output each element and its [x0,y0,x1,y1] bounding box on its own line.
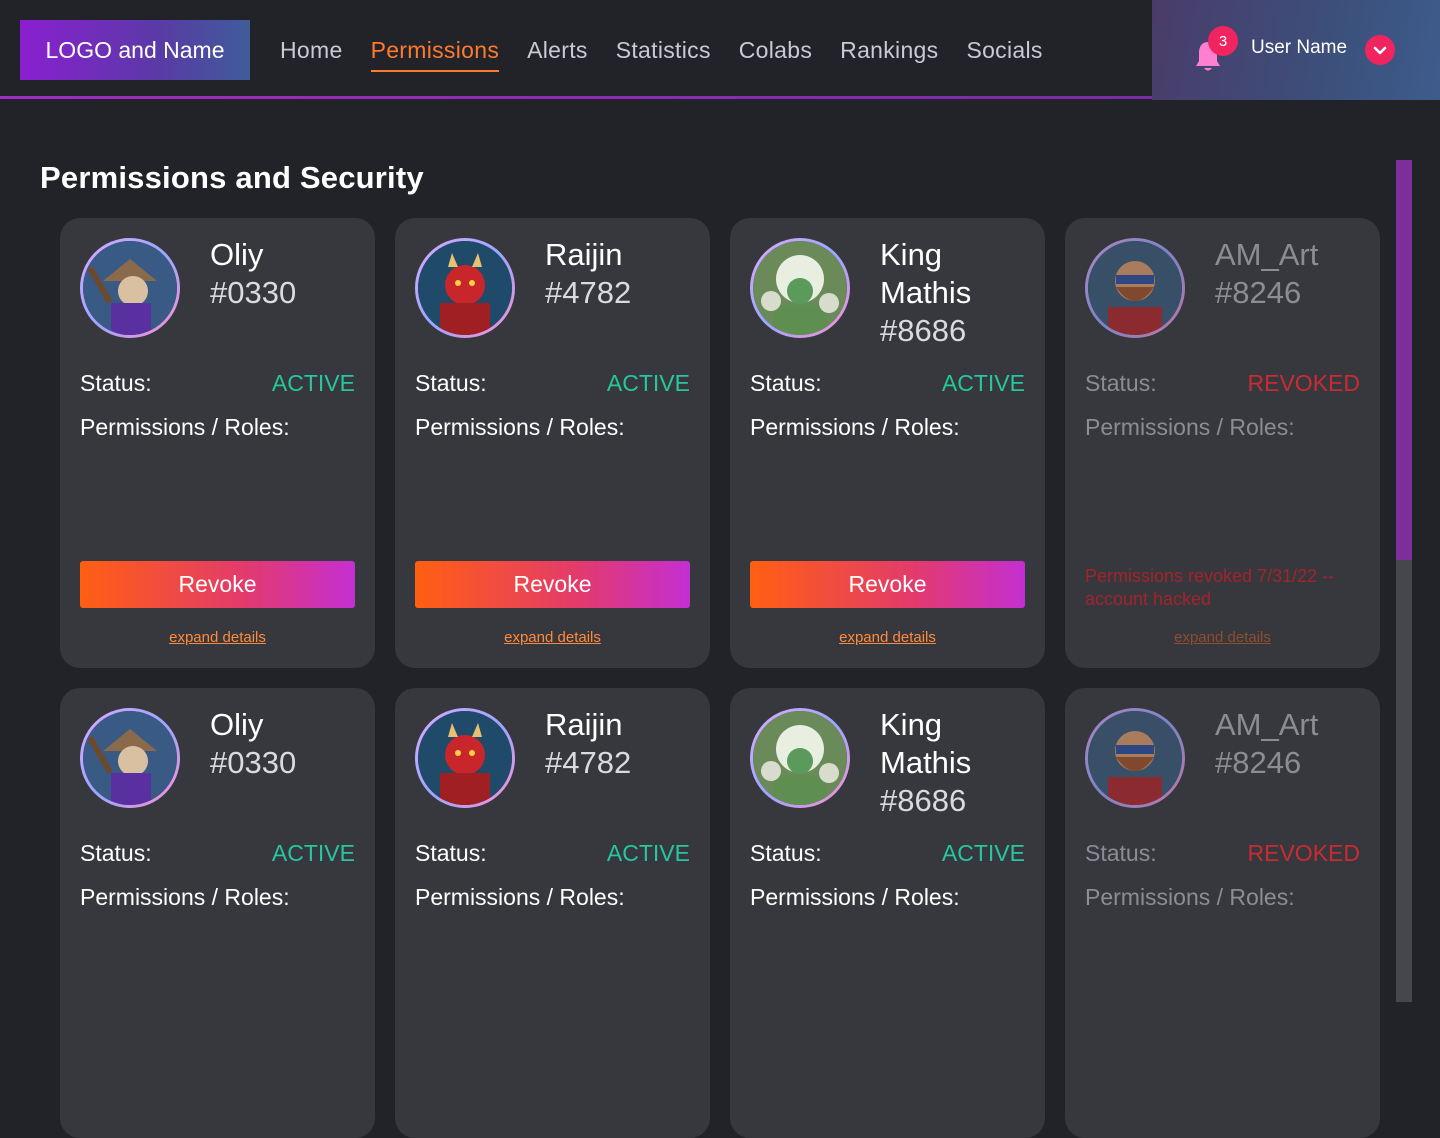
permission-card: King Mathis #8686 Status: ACTIVE Permissi… [730,688,1045,1138]
avatar [415,238,515,338]
nav-item-socials[interactable]: Socials [966,28,1042,72]
avatar [750,708,850,808]
expand-details-link[interactable]: expand details [60,629,375,646]
status-badge: ACTIVE [271,840,355,866]
white-beast-avatar-icon [753,241,847,335]
main-nav: Home Permissions Alerts Statistics Colab… [280,28,1043,72]
header-divider [0,96,1152,99]
avatar [80,708,180,808]
roles-label: Permissions / Roles: [750,414,960,440]
chevron-down-icon[interactable] [1365,35,1395,65]
status-label: Status: [1085,370,1157,396]
avatar [1085,238,1185,338]
revoke-button[interactable]: Revoke [415,561,690,608]
status-label: Status: [750,840,822,866]
user-name[interactable]: User Name [1251,37,1347,59]
roles-label: Permissions / Roles: [415,414,625,440]
permission-card: AM_Art #8246 Status: REVOKED Permissions … [1065,688,1380,1138]
user-menu-area: 3 User Name [1152,0,1440,100]
roles-label: Permissions / Roles: [1085,414,1295,440]
roles-label: Permissions / Roles: [80,884,290,910]
avatar [415,708,515,808]
revoke-button[interactable]: Revoke [750,561,1025,608]
nav-item-rankings[interactable]: Rankings [840,28,938,72]
nav-item-home[interactable]: Home [280,28,343,72]
revoke-note: Permissions revoked 7/31/22 -- account h… [1085,566,1335,609]
permission-card: Oliy #0330 Status: ACTIVE Permissions / R… [60,218,375,668]
nav-item-permissions[interactable]: Permissions [370,28,500,72]
avatar [80,238,180,338]
expand-details-link[interactable]: expand details [730,629,1045,646]
status-badge: ACTIVE [606,370,690,396]
status-label: Status: [750,370,822,396]
card-name: Raijin #4782 [545,237,632,310]
expand-details-link[interactable]: expand details [1065,629,1380,646]
samurai-avatar-icon [83,241,177,335]
roles-label: Permissions / Roles: [415,884,625,910]
red-oni-avatar-icon [418,711,512,805]
status-badge: REVOKED [1247,840,1360,866]
notification-badge[interactable]: 3 [1208,26,1238,56]
red-oni-avatar-icon [418,241,512,335]
status-badge: ACTIVE [271,370,355,396]
bearded-hero-avatar-icon [1088,241,1182,335]
expand-details-link[interactable]: expand details [395,629,710,646]
revoke-button[interactable]: Revoke [80,561,355,608]
nav-item-colabs[interactable]: Colabs [739,28,812,72]
roles-label: Permissions / Roles: [1085,884,1295,910]
scrollbar[interactable] [1396,160,1412,1002]
permission-card: King Mathis #8686 Status: ACTIVE Permissi… [730,218,1045,668]
top-navigation-bar: LOGO and Name Home Permissions Alerts St… [0,0,1440,100]
scrollbar-thumb[interactable] [1396,160,1412,560]
permission-card: AM_Art #8246 Status: REVOKED Permissions … [1065,218,1380,668]
status-label: Status: [1085,840,1157,866]
card-name: King Mathis #8686 [880,237,972,348]
nav-item-alerts[interactable]: Alerts [527,28,588,72]
status-label: Status: [80,370,152,396]
status-badge: ACTIVE [606,840,690,866]
avatar [1085,708,1185,808]
roles-label: Permissions / Roles: [750,884,960,910]
permission-card: Raijin #4782 Status: ACTIVE Permissions /… [395,688,710,1138]
permission-card: Raijin #4782 Status: ACTIVE Permissions /… [395,218,710,668]
status-label: Status: [415,370,487,396]
status-badge: REVOKED [1247,370,1360,396]
card-name: AM_Art #8246 [1215,237,1319,310]
status-badge: ACTIVE [941,840,1025,866]
bearded-hero-avatar-icon [1088,711,1182,805]
card-name: Oliy #0330 [210,707,297,780]
status-label: Status: [415,840,487,866]
card-name: King Mathis #8686 [880,707,972,818]
avatar [750,238,850,338]
nav-item-statistics[interactable]: Statistics [616,28,711,72]
status-badge: ACTIVE [941,370,1025,396]
card-name: AM_Art #8246 [1215,707,1319,780]
roles-label: Permissions / Roles: [80,414,290,440]
card-name: Raijin #4782 [545,707,632,780]
samurai-avatar-icon [83,711,177,805]
logo[interactable]: LOGO and Name [20,20,250,80]
white-beast-avatar-icon [753,711,847,805]
permission-card: Oliy #0330 Status: ACTIVE Permissions / R… [60,688,375,1138]
status-label: Status: [80,840,152,866]
card-name: Oliy #0330 [210,237,297,310]
page-title: Permissions and Security [40,160,424,195]
